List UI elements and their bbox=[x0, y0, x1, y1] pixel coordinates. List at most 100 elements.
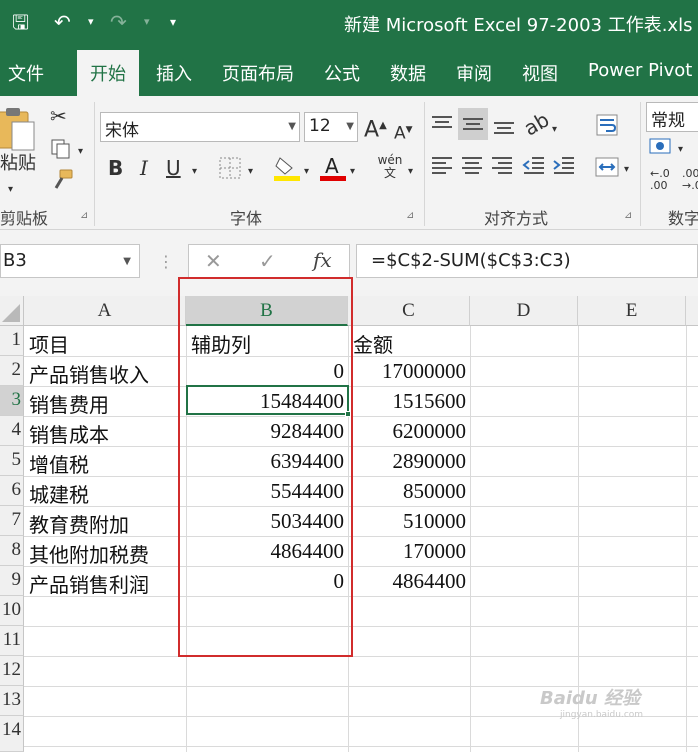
underline-dropdown-icon[interactable]: ▾ bbox=[192, 162, 197, 182]
row-header[interactable]: 12 bbox=[0, 656, 24, 686]
decrease-decimal-icon[interactable]: .00→.0 bbox=[682, 168, 698, 192]
row-header[interactable]: 10 bbox=[0, 596, 24, 626]
row-header[interactable]: 6 bbox=[0, 476, 24, 506]
column-header-d[interactable]: D bbox=[470, 296, 578, 326]
italic-button[interactable]: I bbox=[140, 158, 148, 178]
font-size-select[interactable]: 12 ▼ bbox=[304, 112, 358, 142]
fill-color-dropdown-icon[interactable]: ▾ bbox=[304, 162, 309, 182]
borders-dropdown-icon[interactable]: ▾ bbox=[248, 162, 253, 182]
cell-a6[interactable]: 城建税 bbox=[24, 476, 186, 507]
customize-toolbar-icon[interactable]: ▾ bbox=[170, 10, 176, 34]
redo-icon[interactable]: ↷ bbox=[110, 10, 127, 34]
copy-dropdown-icon[interactable]: ▾ bbox=[78, 142, 83, 162]
row-header[interactable]: 13 bbox=[0, 686, 24, 716]
accounting-dropdown-icon[interactable]: ▾ bbox=[678, 140, 683, 160]
undo-dropdown-icon[interactable]: ▾ bbox=[88, 10, 94, 34]
cut-icon[interactable]: ✂ bbox=[50, 106, 67, 126]
phonetic-dropdown-icon[interactable]: ▾ bbox=[408, 162, 413, 182]
tab-review[interactable]: 审阅 bbox=[456, 60, 492, 86]
row-header[interactable]: 3 bbox=[0, 386, 24, 416]
row-header[interactable]: 9 bbox=[0, 566, 24, 596]
cell-c4[interactable]: 6200000 bbox=[348, 416, 470, 446]
cancel-icon[interactable]: ✕ bbox=[205, 251, 222, 271]
redo-dropdown-icon[interactable]: ▾ bbox=[144, 10, 150, 34]
cell-a7[interactable]: 教育费附加 bbox=[24, 506, 186, 537]
row-header[interactable]: 2 bbox=[0, 356, 24, 386]
merge-dropdown-icon[interactable]: ▾ bbox=[624, 160, 629, 180]
align-bottom-icon[interactable] bbox=[492, 114, 516, 136]
font-launcher-icon[interactable]: ⊿ bbox=[406, 210, 414, 221]
cell-c3[interactable]: 1515600 bbox=[348, 386, 470, 416]
insert-function-icon[interactable]: fx bbox=[313, 250, 332, 270]
cell-c2[interactable]: 17000000 bbox=[348, 356, 470, 386]
align-center-icon[interactable] bbox=[460, 154, 484, 178]
underline-button[interactable]: U bbox=[166, 158, 181, 178]
formula-input[interactable]: =$C$2-SUM($C$3:C3) bbox=[356, 244, 698, 278]
align-left-icon[interactable] bbox=[430, 154, 454, 178]
tab-data[interactable]: 数据 bbox=[390, 60, 426, 86]
cell-a5[interactable]: 增值税 bbox=[24, 446, 186, 477]
increase-decimal-icon[interactable]: ←.0.00 bbox=[650, 168, 670, 192]
copy-icon[interactable] bbox=[50, 138, 70, 159]
tab-view[interactable]: 视图 bbox=[522, 60, 558, 86]
tab-formulas[interactable]: 公式 bbox=[324, 60, 360, 86]
column-header-e[interactable]: E bbox=[578, 296, 686, 326]
alignment-launcher-icon[interactable]: ⊿ bbox=[624, 210, 632, 221]
font-name-select[interactable]: 宋体 ▼ bbox=[100, 112, 300, 142]
cell-a8[interactable]: 其他附加税费 bbox=[24, 536, 186, 567]
row-header[interactable]: 5 bbox=[0, 446, 24, 476]
cell-a3[interactable]: 销售费用 bbox=[24, 386, 186, 417]
row-header[interactable]: 11 bbox=[0, 626, 24, 656]
increase-font-icon[interactable]: A▲ bbox=[364, 116, 387, 141]
merge-center-icon[interactable] bbox=[594, 154, 620, 180]
enter-icon[interactable]: ✓ bbox=[259, 251, 276, 271]
wrap-text-icon[interactable] bbox=[594, 112, 620, 138]
cell-c5[interactable]: 2890000 bbox=[348, 446, 470, 476]
orientation-icon[interactable]: ab bbox=[520, 107, 554, 140]
orientation-dropdown-icon[interactable]: ▾ bbox=[552, 120, 557, 140]
align-middle-icon[interactable] bbox=[458, 108, 488, 140]
paste-button[interactable]: 粘贴 bbox=[0, 154, 36, 174]
decrease-indent-icon[interactable] bbox=[522, 154, 546, 178]
row-header[interactable]: 1 bbox=[0, 326, 24, 356]
tab-insert[interactable]: 插入 bbox=[156, 60, 192, 86]
row-header[interactable]: 8 bbox=[0, 536, 24, 566]
tab-power-pivot[interactable]: Power Pivot bbox=[588, 60, 692, 81]
row-header[interactable]: 14 bbox=[0, 716, 24, 752]
accounting-format-icon[interactable] bbox=[648, 136, 674, 158]
align-top-icon[interactable] bbox=[430, 114, 454, 136]
increase-indent-icon[interactable] bbox=[552, 154, 576, 178]
save-icon[interactable]: 🖫 bbox=[12, 10, 29, 34]
tab-home[interactable]: 开始 bbox=[77, 50, 139, 96]
cell-c6[interactable]: 850000 bbox=[348, 476, 470, 506]
cell-c7[interactable]: 510000 bbox=[348, 506, 470, 536]
cell-a4[interactable]: 销售成本 bbox=[24, 416, 186, 447]
font-color-icon[interactable]: A bbox=[320, 154, 346, 182]
borders-icon[interactable] bbox=[218, 156, 242, 180]
format-painter-icon[interactable] bbox=[50, 168, 74, 192]
phonetic-guide-icon[interactable]: wén 文 bbox=[376, 154, 404, 180]
clipboard-launcher-icon[interactable]: ⊿ bbox=[80, 210, 88, 221]
cell-c9[interactable]: 4864400 bbox=[348, 566, 470, 596]
paste-icon[interactable] bbox=[0, 106, 36, 152]
cell-c8[interactable]: 170000 bbox=[348, 536, 470, 566]
row-header[interactable]: 4 bbox=[0, 416, 24, 446]
row-header[interactable]: 7 bbox=[0, 506, 24, 536]
paste-dropdown-icon[interactable]: ▾ bbox=[8, 180, 13, 200]
bold-button[interactable]: B bbox=[108, 158, 123, 178]
column-header-a[interactable]: A bbox=[24, 296, 186, 326]
fill-color-icon[interactable] bbox=[274, 154, 300, 182]
align-right-icon[interactable] bbox=[490, 154, 514, 178]
decrease-font-icon[interactable]: A▼ bbox=[394, 120, 413, 144]
tab-file[interactable]: 文件 bbox=[8, 60, 44, 86]
font-color-dropdown-icon[interactable]: ▾ bbox=[350, 162, 355, 182]
cell-c1[interactable]: 金额 bbox=[348, 326, 470, 357]
name-box[interactable]: B3 ▼ bbox=[0, 244, 140, 278]
cell-a9[interactable]: 产品销售利润 bbox=[24, 566, 186, 597]
column-header-f[interactable] bbox=[686, 296, 698, 326]
column-header-c[interactable]: C bbox=[348, 296, 470, 326]
cell-a2[interactable]: 产品销售收入 bbox=[24, 356, 186, 387]
select-all-corner[interactable] bbox=[0, 296, 24, 326]
tab-page-layout[interactable]: 页面布局 bbox=[222, 60, 294, 86]
cell-a1[interactable]: 项目 bbox=[24, 326, 186, 357]
